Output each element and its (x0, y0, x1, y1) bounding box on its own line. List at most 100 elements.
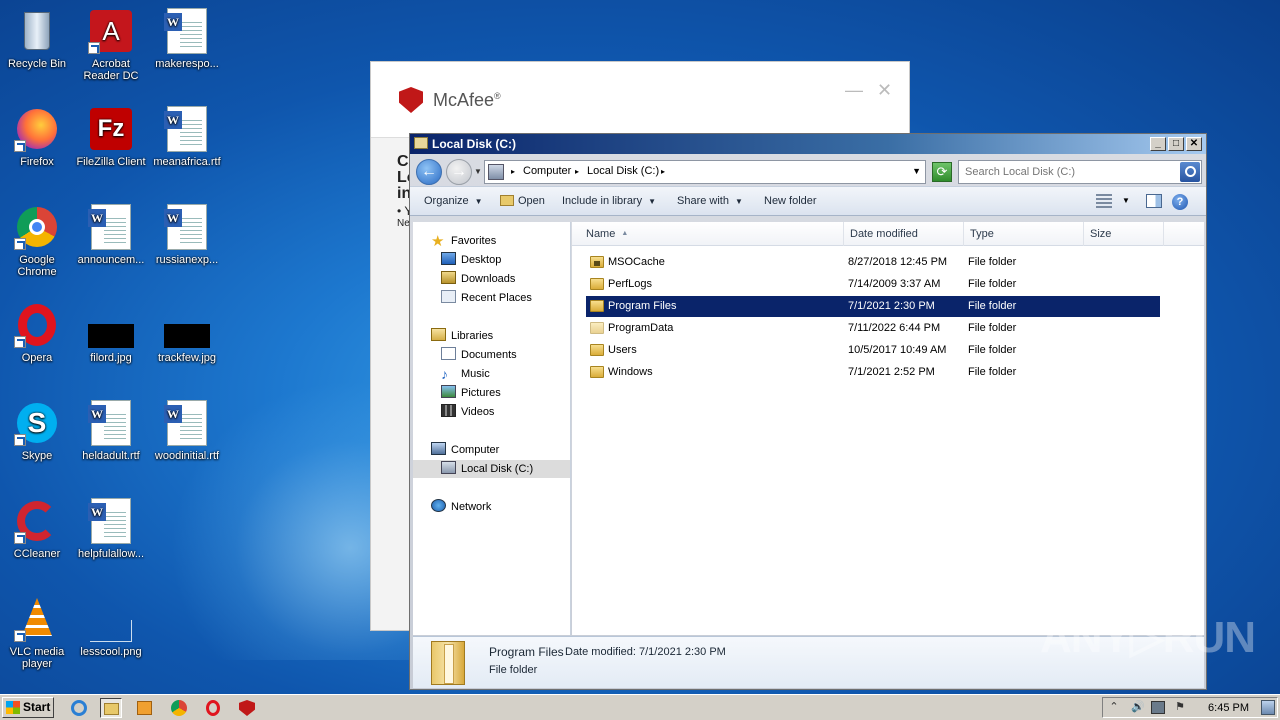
chrome-icon[interactable] (168, 698, 190, 718)
downloads-icon (441, 271, 456, 284)
desktop-icon-recycle-bin[interactable]: Recycle Bin (0, 4, 74, 70)
network-tray-icon[interactable] (1151, 701, 1165, 714)
nav-videos[interactable]: Videos (441, 403, 494, 421)
explorer-titlebar[interactable]: Local Disk (C:) _ □ ✕ (410, 134, 1206, 154)
column-date-modified[interactable]: Date modified (844, 222, 964, 246)
organize-button[interactable]: Organize ▼ (424, 195, 483, 207)
desktop-icon-makerespo[interactable]: W makerespo... (150, 4, 224, 70)
mcafee-close-button[interactable]: ✕ (877, 80, 892, 101)
nav-recent-places[interactable]: Recent Places (441, 289, 532, 307)
preview-pane-icon[interactable] (1146, 194, 1162, 208)
history-dropdown-icon[interactable]: ▼ (474, 167, 482, 176)
breadcrumb-separator-icon[interactable]: ▸ (575, 167, 579, 176)
desktop-icon-label: Firefox (20, 156, 54, 168)
clock[interactable]: 6:45 PM (1208, 702, 1249, 714)
explorer-window[interactable]: Local Disk (C:) _ □ ✕ ← → ▼ ▸ Computer ▸… (409, 133, 1207, 690)
breadcrumb-computer[interactable]: Computer (523, 165, 571, 177)
desktop-icon-lesscool[interactable]: lesscool.png (74, 592, 148, 658)
open-button[interactable]: Open (500, 195, 545, 207)
nav-desktop[interactable]: Desktop (441, 251, 501, 269)
file-date: 10/5/2017 10:49 AM (848, 344, 947, 356)
breadcrumb-separator-icon[interactable]: ▸ (511, 167, 515, 176)
show-hidden-icons-icon[interactable]: ⌃ (1107, 701, 1121, 714)
desktop-icon-heldadult[interactable]: W heldadult.rtf (74, 396, 148, 462)
file-row[interactable]: PerfLogs 7/14/2009 3:37 AM File folder (586, 274, 1160, 295)
desktop-icon-label: trackfew.jpg (157, 352, 217, 364)
recycle-bin-icon (14, 8, 60, 54)
file-explorer-icon[interactable] (100, 698, 122, 718)
help-icon[interactable]: ? (1172, 194, 1188, 210)
nav-libraries[interactable]: Libraries (431, 327, 493, 345)
maximize-button[interactable]: □ (1168, 137, 1184, 151)
new-folder-button[interactable]: New folder (764, 195, 817, 207)
desktop-icon-woodinitial[interactable]: W woodinitial.rtf (150, 396, 224, 462)
details-date-modified: Date modified: 7/1/2021 2:30 PM (565, 646, 726, 658)
folder-icon (590, 344, 604, 356)
internet-explorer-icon[interactable] (68, 698, 90, 718)
nav-documents[interactable]: Documents (441, 346, 517, 364)
desktop-icon-ccleaner[interactable]: CCleaner (0, 494, 74, 560)
search-box[interactable] (958, 160, 1202, 184)
nav-local-disk[interactable]: Local Disk (C:) (413, 460, 570, 478)
file-row[interactable]: MSOCache 8/27/2018 12:45 PM File folder (586, 252, 1160, 273)
breadcrumb-separator-icon[interactable]: ▸ (661, 167, 665, 176)
forward-button[interactable]: → (446, 159, 472, 185)
file-row[interactable]: Users 10/5/2017 10:49 AM File folder (586, 340, 1160, 361)
minimize-button[interactable]: _ (1150, 137, 1166, 151)
mcafee-header: McAfee® — ✕ (371, 62, 909, 138)
opera-icon[interactable] (202, 698, 224, 718)
desktop-icon-filezilla[interactable]: Fz FileZilla Client (74, 102, 148, 168)
change-view-icon[interactable] (1096, 194, 1112, 208)
nav-pictures[interactable]: Pictures (441, 384, 501, 402)
desktop-icon-opera[interactable]: Opera (0, 298, 74, 364)
column-type[interactable]: Type (964, 222, 1084, 246)
media-player-icon[interactable] (134, 698, 156, 718)
desktop-icon-vlc[interactable]: VLC media player (0, 592, 74, 670)
nav-downloads[interactable]: Downloads (441, 270, 515, 288)
folder-large-icon (431, 641, 465, 685)
view-dropdown-icon[interactable]: ▼ (1122, 196, 1130, 205)
share-with-button[interactable]: Share with ▼ (677, 195, 743, 207)
nav-network[interactable]: Network (431, 498, 491, 516)
mcafee-icon[interactable] (236, 698, 258, 718)
firefox-icon (14, 106, 60, 152)
desktop-icon-trackfew[interactable]: trackfew.jpg (150, 298, 224, 364)
desktop-icon-label: lesscool.png (80, 646, 142, 658)
address-bar[interactable]: ▸ Computer ▸ Local Disk (C:) ▸ ▼ (484, 160, 926, 184)
back-button[interactable]: ← (416, 159, 442, 185)
desktop-icon-label: meanafrica.rtf (153, 156, 221, 168)
computer-icon (431, 442, 446, 455)
nav-computer[interactable]: Computer (431, 441, 499, 459)
search-input[interactable] (959, 161, 1171, 183)
nav-favorites[interactable]: ★ Favorites (431, 232, 496, 250)
search-icon[interactable] (1180, 162, 1200, 182)
locked-folder-icon (590, 256, 604, 268)
address-dropdown-icon[interactable]: ▼ (912, 166, 921, 176)
desktop-icon-acrobat[interactable]: A Acrobat Reader DC (74, 4, 148, 82)
mcafee-minimize-button[interactable]: — (845, 80, 863, 101)
desktop-icon-chrome[interactable]: Google Chrome (0, 200, 74, 278)
volume-icon[interactable]: 🔊 (1131, 701, 1145, 714)
taskbar: Start ⌃ 🔊 ⚑ 6:45 PM (0, 694, 1280, 720)
include-in-library-button[interactable]: Include in library ▼ (562, 195, 656, 207)
start-button[interactable]: Start (2, 697, 54, 718)
file-row[interactable]: ProgramData 7/11/2022 6:44 PM File folde… (586, 318, 1160, 339)
desktop-icon-announcem[interactable]: W announcem... (74, 200, 148, 266)
file-row-selected[interactable]: Program Files 7/1/2021 2:30 PM File fold… (586, 296, 1160, 317)
show-desktop-button[interactable] (1261, 700, 1275, 715)
desktop-icon-helpfulallow[interactable]: W helpfulallow... (74, 494, 148, 560)
file-row[interactable]: Windows 7/1/2021 2:52 PM File folder (586, 362, 1160, 383)
desktop-icon-meanafrica[interactable]: W meanafrica.rtf (150, 102, 224, 168)
desktop-icon-skype[interactable]: S Skype (0, 396, 74, 462)
desktop-icon-russianexp[interactable]: W russianexp... (150, 200, 224, 266)
desktop-icon-firefox[interactable]: Firefox (0, 102, 74, 168)
file-date: 7/1/2021 2:52 PM (848, 366, 935, 378)
desktop-icon-filord[interactable]: filord.jpg (74, 298, 148, 364)
action-center-flag-icon[interactable]: ⚑ (1173, 701, 1187, 714)
refresh-icon[interactable]: ⟳ (932, 162, 952, 182)
close-button[interactable]: ✕ (1186, 137, 1202, 151)
column-name[interactable]: Name ▲ (580, 222, 844, 246)
column-size[interactable]: Size (1084, 222, 1164, 246)
nav-music[interactable]: ♪ Music (441, 365, 490, 383)
breadcrumb-local-disk[interactable]: Local Disk (C:) (587, 165, 659, 177)
